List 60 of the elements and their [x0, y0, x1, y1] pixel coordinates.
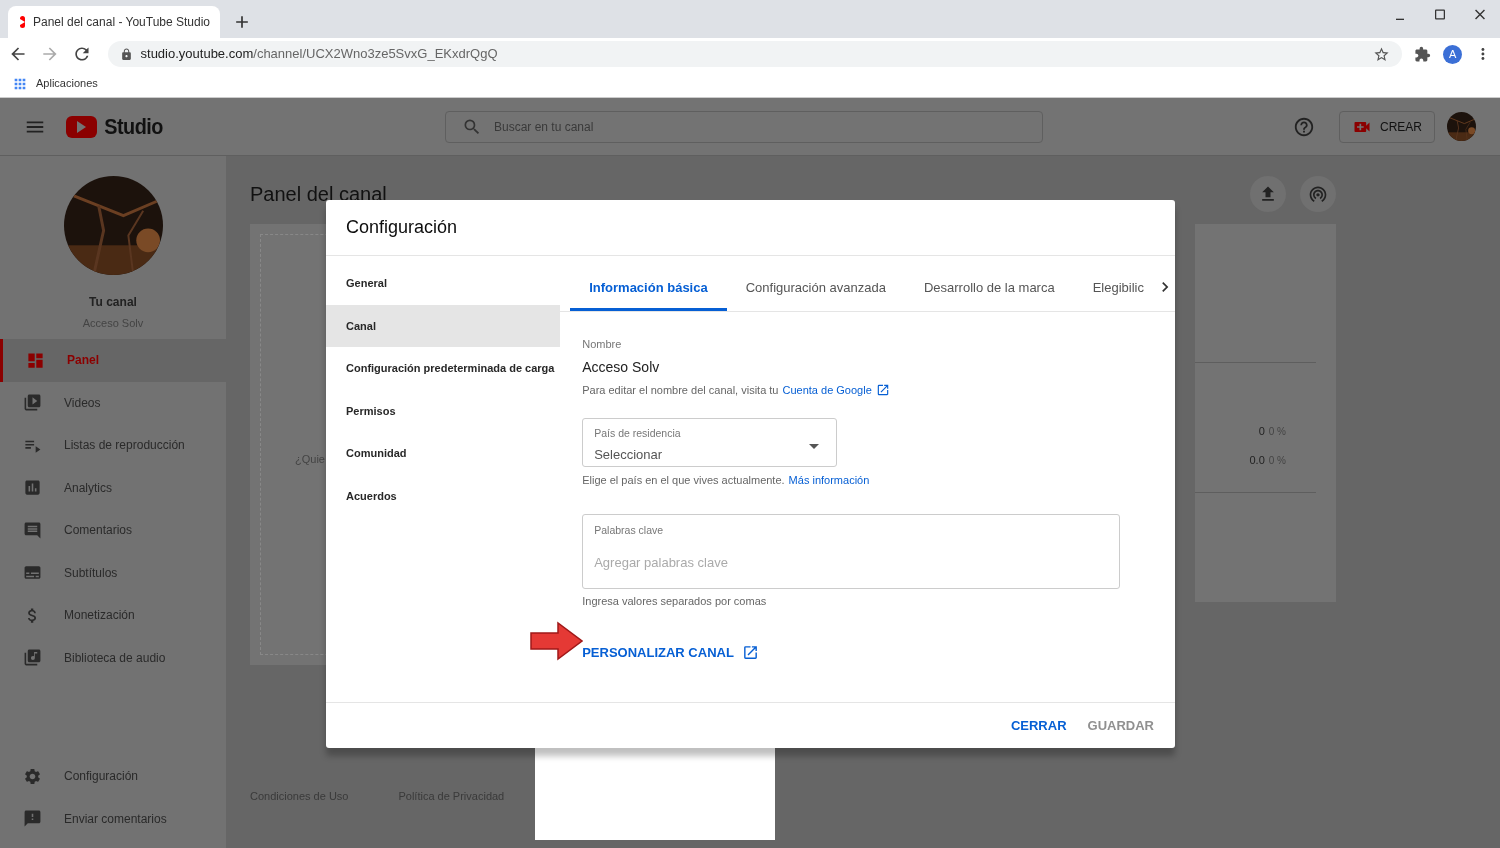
country-select[interactable]: País de residencia Seleccionar	[582, 418, 838, 467]
settings-nav-item[interactable]: Permisos	[326, 389, 561, 432]
help-text: Para editar el nombre del canal, visita tu	[582, 382, 779, 398]
settings-nav-item[interactable]: Acuerdos	[326, 474, 561, 517]
settings-nav-item[interactable]: Configuración predeterminada de carga	[326, 347, 561, 390]
stat-value: 0.0	[1249, 452, 1265, 468]
more-info-link[interactable]: Más información	[788, 472, 870, 489]
dropdown-icon	[809, 443, 820, 449]
video-library-icon	[23, 393, 42, 413]
extension-icon[interactable]	[1414, 45, 1432, 63]
settings-nav-item[interactable]: Canal	[326, 304, 561, 347]
sidebar-item[interactable]: Monetización	[0, 594, 226, 637]
bookmark-link[interactable]: Aplicaciones	[36, 75, 98, 92]
keywords-field[interactable]: Palabras clave Agregar palabras clave	[582, 513, 1121, 589]
dialog-button[interactable]: CERRAR	[1010, 715, 1067, 736]
dashboard-icon	[26, 350, 45, 370]
help-text: Elige el país en el que vives actualmente.	[582, 473, 785, 488]
create-button[interactable]: CREAR	[1339, 110, 1435, 143]
sidebar-item[interactable]: Configuración	[0, 755, 226, 798]
star-icon[interactable]	[1373, 45, 1391, 63]
live-button[interactable]	[1300, 176, 1336, 212]
bar-chart-icon	[23, 478, 42, 498]
customize-channel-link[interactable]: PERSONALIZAR CANAL	[582, 643, 759, 663]
settings-tab[interactable]: Desarrollo de la marca	[904, 256, 1074, 311]
settings-nav-item[interactable]: Comunidad	[326, 432, 561, 475]
studio-logo[interactable]: Studio	[66, 110, 167, 143]
browser-tab[interactable]: Panel del canal - YouTube Studio	[8, 6, 220, 38]
sidebar-item[interactable]: Listas de reproducción	[0, 424, 226, 467]
lock-icon	[119, 47, 133, 61]
music-library-icon	[23, 648, 42, 668]
help-icon[interactable]	[1293, 115, 1315, 138]
pointer-arrow	[530, 621, 583, 661]
channel-name-value: Acceso Solv	[582, 357, 660, 377]
field-label: Nombre	[582, 337, 622, 352]
comment-icon	[23, 520, 42, 540]
stat-value: 0	[1258, 424, 1265, 439]
address-bar[interactable]: studio.youtube.com/channel/UCX2Wno3ze5SvxG_EKxdrQgQ	[107, 41, 1403, 67]
google-account-link[interactable]: Cuenta de Google	[782, 381, 872, 398]
sidebar-item[interactable]: Videos	[0, 381, 226, 424]
settings-icon	[23, 766, 42, 786]
profile-avatar[interactable]: A	[1443, 44, 1463, 64]
dialog-title: Configuración	[346, 216, 458, 239]
channel-title: Tu canal	[89, 294, 137, 311]
sidebar-item[interactable]: Subtítulos	[0, 551, 226, 594]
settings-tab[interactable]: Información básica	[570, 256, 727, 311]
help-text: Ingresa valores separados por comas	[582, 593, 767, 609]
broadcast-icon	[1308, 184, 1328, 204]
external-link-icon	[875, 382, 890, 397]
sidebar-item[interactable]: Analytics	[0, 466, 226, 509]
external-link-icon	[741, 644, 759, 662]
sidebar-item[interactable]: Comentarios	[0, 509, 226, 552]
settings-tab[interactable]: Configuración avanzada	[726, 256, 905, 311]
favicon-icon	[20, 16, 25, 28]
sidebar-item[interactable]: Enviar comentarios	[0, 797, 226, 840]
tab-title: Panel del canal - YouTube Studio	[33, 14, 211, 31]
upload-button[interactable]	[1250, 176, 1286, 212]
settings-nav-item[interactable]: General	[326, 262, 561, 305]
settings-tab[interactable]: Elegibilic	[1073, 256, 1163, 311]
sidebar-item[interactable]: Biblioteca de audio	[0, 636, 226, 679]
url-text: studio.youtube.com/channel/UCX2Wno3ze5SvxG_EKxdrQgQ	[140, 45, 499, 64]
